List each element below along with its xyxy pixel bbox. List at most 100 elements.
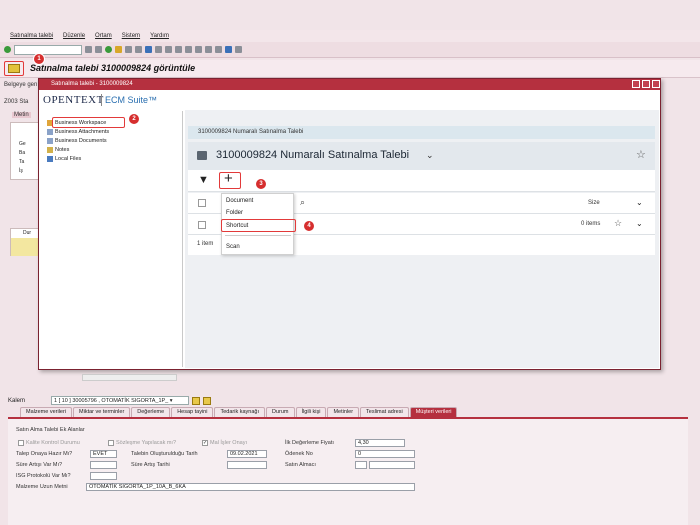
menu-ortam[interactable]: Ortam <box>95 33 112 39</box>
save-icon[interactable] <box>95 46 102 53</box>
bg-tree-item[interactable]: İş <box>19 168 23 174</box>
belgeye-label: Belgeye gen <box>4 82 38 88</box>
ilk-degerleme-field[interactable]: 4,30 <box>355 439 405 447</box>
tree-item-business-attachments[interactable]: Business Attachments <box>47 128 109 136</box>
tab-tedarik-kaynagi[interactable]: Tedarik kaynağı <box>214 407 265 417</box>
tab-hesap-tayini[interactable]: Hesap tayini <box>171 407 214 417</box>
menu-item-folder[interactable]: Folder <box>226 210 243 216</box>
select-all-checkbox[interactable] <box>198 199 206 207</box>
services-for-object-icon[interactable] <box>8 64 20 73</box>
search-icon[interactable]: ⌕ <box>300 197 305 208</box>
tree-label: Notes <box>55 147 70 153</box>
bg-grid-row[interactable] <box>11 247 41 256</box>
isg-select[interactable] <box>90 472 117 480</box>
menu-satinalma[interactable]: Satınalma talebi <box>10 33 53 39</box>
tree-item-local-files[interactable]: Local Files <box>47 155 81 163</box>
step-badge-4: 4 <box>303 220 315 232</box>
attachment-icon <box>47 129 53 135</box>
chevron-down-icon[interactable]: ⌄ <box>636 198 643 207</box>
menu-sistem[interactable]: Sistem <box>122 33 140 39</box>
layout-icon[interactable] <box>235 46 242 53</box>
sure-artis-tarih-field[interactable] <box>227 461 267 469</box>
uzun-metin-label: Malzeme Uzun Metni <box>16 484 68 490</box>
z003-label: Z003 Sta <box>4 99 29 105</box>
step-badge-3: 3 <box>255 178 267 190</box>
prev-page-icon[interactable] <box>175 46 182 53</box>
add-button[interactable]: + <box>224 171 233 187</box>
sozlesme-checkbox[interactable] <box>108 440 114 446</box>
isg-label: ISG Protokolü Var Mı? <box>16 473 71 479</box>
new-session-icon[interactable] <box>205 46 212 53</box>
maximize-button[interactable] <box>642 80 650 88</box>
step-badge-1: 1 <box>33 53 45 65</box>
tab-malzeme-verileri[interactable]: Malzeme verileri <box>20 407 73 417</box>
find-icon[interactable] <box>145 46 152 53</box>
shortcut-highlight <box>221 219 296 232</box>
satin-almaci-code[interactable] <box>355 461 367 469</box>
tab-metinler[interactable]: Metinler <box>327 407 360 417</box>
column-size[interactable]: Size <box>588 200 600 206</box>
tab-ilgili-kisi[interactable]: İlgili kişi <box>295 407 327 417</box>
metin-tab[interactable]: Metin <box>12 112 31 118</box>
horizontal-scrollbar[interactable] <box>82 374 177 381</box>
sure-artis-label: Süre Artışı Var Mı? <box>16 462 63 468</box>
uzun-metin-field[interactable]: OTOMATİK SIGORTA_1P_10A_B_6KA <box>86 483 415 491</box>
document-icon <box>47 138 53 144</box>
first-page-icon[interactable] <box>165 46 172 53</box>
shortcut-icon[interactable] <box>215 46 222 53</box>
cancel-icon[interactable] <box>125 46 132 53</box>
section-header: Satın Alma Talebi Ek Alanlar <box>16 427 85 433</box>
help-icon[interactable] <box>225 46 232 53</box>
tab-miktar-terminler[interactable]: Miktar ve terminler <box>73 407 131 417</box>
tab-degerleme[interactable]: Değerleme <box>131 407 171 417</box>
chevron-down-icon[interactable]: ⌄ <box>426 150 434 161</box>
kalem-select[interactable]: 1 [ 10 ] 30005796 , OTOMATİK SIGORTA_1P_… <box>51 396 189 405</box>
menu-item-document[interactable]: Document <box>226 198 253 204</box>
menu-yardim[interactable]: Yardım <box>150 33 169 39</box>
command-field[interactable] <box>14 44 82 55</box>
bg-tree-item[interactable]: Ta <box>19 159 24 165</box>
row-checkbox[interactable] <box>198 221 206 229</box>
next-page-icon[interactable] <box>185 46 192 53</box>
tab-teslimat-adresi[interactable]: Teslimat adresi <box>360 407 409 417</box>
filter-icon[interactable]: ▼ <box>198 174 209 186</box>
close-button[interactable] <box>652 80 660 88</box>
enter-icon[interactable] <box>4 46 11 53</box>
satin-almaci-label: Satın Almacı <box>285 462 316 468</box>
print-icon[interactable] <box>135 46 142 53</box>
back-icon[interactable] <box>105 46 112 53</box>
tree-label: Business Attachments <box>55 129 110 135</box>
tree-item-business-documents[interactable]: Business Documents <box>47 137 107 145</box>
kalite-checkbox[interactable] <box>18 440 24 446</box>
bg-grid-row[interactable] <box>11 238 41 247</box>
menu-duzenle[interactable]: Düzenle <box>63 33 85 39</box>
bg-tree-item[interactable]: Ge <box>19 141 26 147</box>
favorite-star-icon[interactable]: ☆ <box>636 148 646 161</box>
sure-artis-select[interactable] <box>90 461 117 469</box>
back-double-icon[interactable] <box>85 46 92 53</box>
talep-onay-label: Talep Onaya Hazır Mı? <box>16 451 73 457</box>
favorite-star-icon[interactable]: ☆ <box>614 218 622 229</box>
menu-item-scan[interactable]: Scan <box>226 244 240 250</box>
arrow-up-icon[interactable] <box>192 396 200 405</box>
talep-onay-select[interactable]: EVET <box>90 450 117 458</box>
items-count: 0 items <box>581 221 601 227</box>
navigation-tree: Business Workspace Business Attachments … <box>41 111 183 367</box>
item-tabs: Malzeme verileri Miktar ve terminler Değ… <box>20 407 458 417</box>
tab-musteri-verileri[interactable]: Müşteri verileri <box>409 407 458 417</box>
bg-tree-item[interactable]: Ba <box>19 150 25 156</box>
chevron-down-icon[interactable]: ⌄ <box>636 219 643 228</box>
exit-icon[interactable] <box>115 46 122 53</box>
minimize-button[interactable] <box>632 80 640 88</box>
tab-durum[interactable]: Durum <box>266 407 295 417</box>
odenek-field[interactable]: 0 <box>355 450 415 458</box>
olusturma-tarih-label: Talebin Oluşturulduğu Tarih <box>131 451 198 457</box>
last-page-icon[interactable] <box>195 46 202 53</box>
arrow-down-icon[interactable] <box>203 396 211 405</box>
notes-icon <box>47 147 53 153</box>
find-next-icon[interactable] <box>155 46 162 53</box>
olusturma-tarih-field[interactable]: 09.02.2021 <box>227 450 267 458</box>
mal-isler-checkbox[interactable]: ✓ <box>202 440 208 446</box>
workspace-title: 3100009824 Numaralı Satınalma Talebi <box>216 149 410 161</box>
tree-item-notes[interactable]: Notes <box>47 146 69 154</box>
